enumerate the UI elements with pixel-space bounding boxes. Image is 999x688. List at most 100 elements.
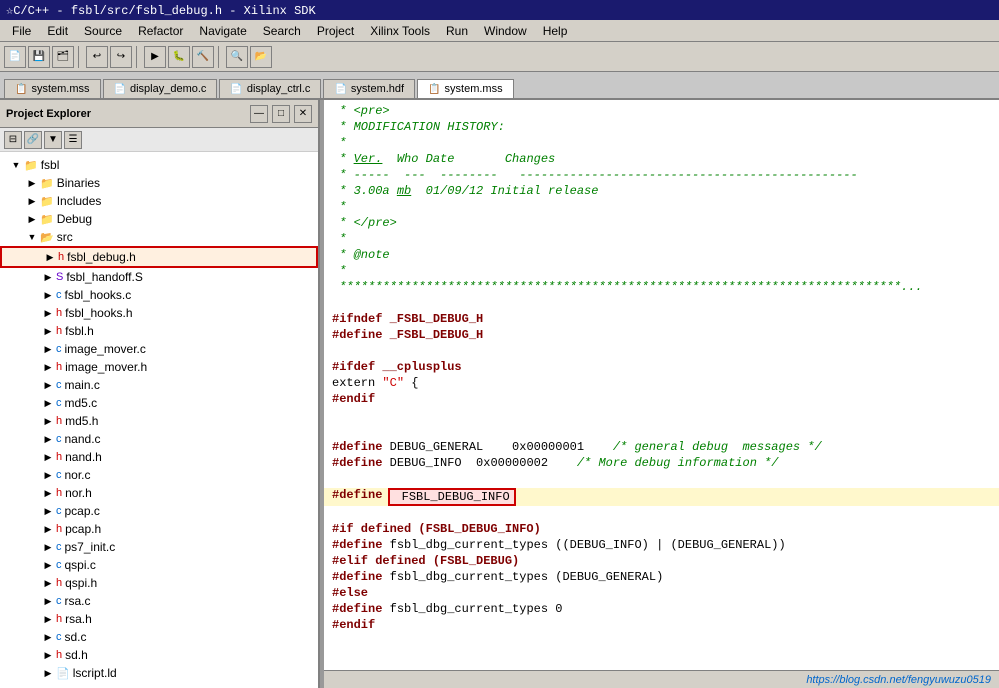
expand-md5-c[interactable]: ▶ [40, 395, 56, 411]
menu-help[interactable]: Help [535, 22, 576, 40]
toolbar-debug[interactable]: 🐛 [168, 46, 190, 68]
status-bar: https://blog.csdn.net/fengyuwuzu0519 [324, 670, 999, 688]
tree-item-src[interactable]: ▼ 📂 src [0, 228, 318, 246]
menu-file[interactable]: File [4, 22, 39, 40]
tree-item-md5-c[interactable]: ▶ c md5.c [0, 394, 318, 412]
expand-fsbl-handoff-s[interactable]: ▶ [40, 269, 56, 285]
tree-item-sd-c[interactable]: ▶ c sd.c [0, 628, 318, 646]
tab-system-mss-2[interactable]: 📋 system.mss [417, 79, 514, 98]
tab-label-1: system.mss [31, 83, 89, 95]
toolbar-redo[interactable]: ↪ [110, 46, 132, 68]
expand-sd-h[interactable]: ▶ [40, 647, 56, 663]
tree-item-sd-h[interactable]: ▶ h sd.h [0, 646, 318, 664]
tree-item-includes[interactable]: ▶ 📁 Includes [0, 192, 318, 210]
toolbar-open[interactable]: 📂 [250, 46, 272, 68]
tree-item-md5-h[interactable]: ▶ h md5.h [0, 412, 318, 430]
expand-src[interactable]: ▼ [24, 229, 40, 245]
expand-nand-h[interactable]: ▶ [40, 449, 56, 465]
expand-qspi-c[interactable]: ▶ [40, 557, 56, 573]
expand-sd-c[interactable]: ▶ [40, 629, 56, 645]
tree-item-image-mover-c[interactable]: ▶ c image_mover.c [0, 340, 318, 358]
explorer-menu[interactable]: ☰ [64, 131, 82, 149]
expand-image-mover-h[interactable]: ▶ [40, 359, 56, 375]
explorer-filter[interactable]: ▼ [44, 131, 62, 149]
toolbar-undo[interactable]: ↩ [86, 46, 108, 68]
menu-edit[interactable]: Edit [39, 22, 76, 40]
h-file-icon-6: h [56, 451, 62, 463]
explorer-close[interactable]: ✕ [294, 105, 312, 123]
code-text: #define [332, 440, 382, 456]
tree-item-fsbl-debug-h[interactable]: ▶ h fsbl_debug.h [0, 246, 318, 268]
explorer-maximize[interactable]: □ [272, 105, 290, 123]
tree-item-lscript-ld[interactable]: ▶ 📄 lscript.ld [0, 664, 318, 682]
tree-item-image-mover-h[interactable]: ▶ h image_mover.h [0, 358, 318, 376]
toolbar-save-all[interactable]: 🗂 [52, 46, 74, 68]
toolbar-search[interactable]: 🔍 [226, 46, 248, 68]
tree-item-rsa-h[interactable]: ▶ h rsa.h [0, 610, 318, 628]
code-line: * [324, 264, 999, 280]
tree-item-pcap-h[interactable]: ▶ h pcap.h [0, 520, 318, 538]
expand-fsbl-hooks-h[interactable]: ▶ [40, 305, 56, 321]
tab-display-demo[interactable]: 📄 display_demo.c [103, 79, 218, 98]
menu-window[interactable]: Window [476, 22, 535, 40]
expand-fsbl-hooks-c[interactable]: ▶ [40, 287, 56, 303]
left-panel: Project Explorer — □ ✕ ⊟ 🔗 ▼ ☰ ▼ 📁 fsbl [0, 100, 320, 688]
tab-system-hdf[interactable]: 📄 system.hdf [323, 79, 415, 98]
tab-display-ctrl[interactable]: 📄 display_ctrl.c [219, 79, 321, 98]
expand-pcap-h[interactable]: ▶ [40, 521, 56, 537]
tree-item-nand-h[interactable]: ▶ h nand.h [0, 448, 318, 466]
menu-refactor[interactable]: Refactor [130, 22, 191, 40]
toolbar-sep-2 [136, 46, 140, 68]
menu-search[interactable]: Search [255, 22, 309, 40]
tab-icon-4: 📄 [334, 84, 346, 95]
tree-item-rsa-c[interactable]: ▶ c rsa.c [0, 592, 318, 610]
menu-navigate[interactable]: Navigate [191, 22, 254, 40]
tree-item-fsbl-hooks-h[interactable]: ▶ h fsbl_hooks.h [0, 304, 318, 322]
tree-item-qspi-c[interactable]: ▶ c qspi.c [0, 556, 318, 574]
expand-includes[interactable]: ▶ [24, 193, 40, 209]
menu-project[interactable]: Project [309, 22, 362, 40]
tree-item-binaries[interactable]: ▶ 📁 Binaries [0, 174, 318, 192]
expand-nand-c[interactable]: ▶ [40, 431, 56, 447]
expand-rsa-h[interactable]: ▶ [40, 611, 56, 627]
expand-pcap-c[interactable]: ▶ [40, 503, 56, 519]
menu-run[interactable]: Run [438, 22, 476, 40]
tree-item-debug[interactable]: ▶ 📁 Debug [0, 210, 318, 228]
expand-lscript-ld[interactable]: ▶ [40, 665, 56, 681]
expand-fsbl[interactable]: ▼ [8, 157, 24, 173]
explorer-link-editor[interactable]: 🔗 [24, 131, 42, 149]
expand-nor-c[interactable]: ▶ [40, 467, 56, 483]
tree-item-fsbl-handoff-s[interactable]: ▶ S fsbl_handoff.S [0, 268, 318, 286]
toolbar-build[interactable]: 🔨 [192, 46, 214, 68]
tree-item-nor-h[interactable]: ▶ h nor.h [0, 484, 318, 502]
toolbar-new[interactable]: 📄 [4, 46, 26, 68]
tree-item-fsbl[interactable]: ▼ 📁 fsbl [0, 156, 318, 174]
expand-fsbl-h[interactable]: ▶ [40, 323, 56, 339]
explorer-collapse-all[interactable]: ⊟ [4, 131, 22, 149]
tab-system-mss-1[interactable]: 📋 system.mss [4, 79, 101, 98]
menu-xilinx-tools[interactable]: Xilinx Tools [362, 22, 438, 40]
tree-item-nor-c[interactable]: ▶ c nor.c [0, 466, 318, 484]
expand-md5-h[interactable]: ▶ [40, 413, 56, 429]
tree-item-main-c[interactable]: ▶ c main.c [0, 376, 318, 394]
tree-item-nand-c[interactable]: ▶ c nand.c [0, 430, 318, 448]
expand-debug[interactable]: ▶ [24, 211, 40, 227]
expand-main-c[interactable]: ▶ [40, 377, 56, 393]
expand-ps7-init-c[interactable]: ▶ [40, 539, 56, 555]
expand-image-mover-c[interactable]: ▶ [40, 341, 56, 357]
tree-item-pcap-c[interactable]: ▶ c pcap.c [0, 502, 318, 520]
expand-fsbl-debug-h[interactable]: ▶ [42, 249, 58, 265]
explorer-minimize[interactable]: — [250, 105, 268, 123]
expand-nor-h[interactable]: ▶ [40, 485, 56, 501]
tree-item-fsbl-h[interactable]: ▶ h fsbl.h [0, 322, 318, 340]
toolbar-save[interactable]: 💾 [28, 46, 50, 68]
tree-item-ps7-init-c[interactable]: ▶ c ps7_init.c [0, 538, 318, 556]
expand-qspi-h[interactable]: ▶ [40, 575, 56, 591]
toolbar-run[interactable]: ▶ [144, 46, 166, 68]
code-editor[interactable]: * <pre> * MODIFICATION HISTORY: * * Ver.… [324, 100, 999, 670]
expand-binaries[interactable]: ▶ [24, 175, 40, 191]
expand-rsa-c[interactable]: ▶ [40, 593, 56, 609]
menu-source[interactable]: Source [76, 22, 130, 40]
tree-item-qspi-h[interactable]: ▶ h qspi.h [0, 574, 318, 592]
tree-item-fsbl-hooks-c[interactable]: ▶ c fsbl_hooks.c [0, 286, 318, 304]
